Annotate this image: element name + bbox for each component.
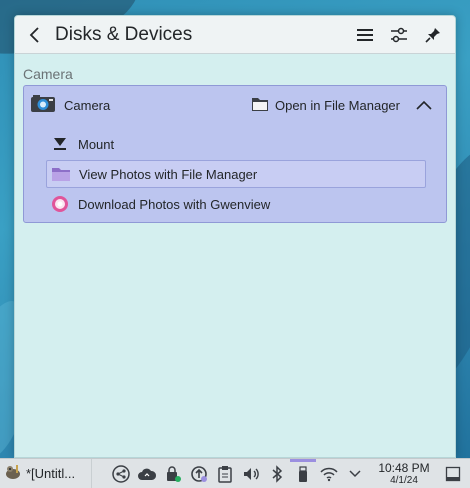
gwenview-icon <box>50 194 70 214</box>
clock-date: 4/1/24 <box>390 474 418 486</box>
open-in-file-manager-label: Open in File Manager <box>274 97 400 113</box>
folder-icon <box>51 164 71 184</box>
taskbar: *[Untitl... 10:48 PM 4/1/24 <box>0 458 470 488</box>
updates-icon[interactable] <box>186 459 212 488</box>
device-card: Camera Open in File Manager Mount View P… <box>23 85 447 223</box>
device-header-row[interactable]: Camera Open in File Manager <box>24 86 446 124</box>
system-tray <box>108 458 368 488</box>
clipboard-icon[interactable] <box>212 459 238 488</box>
cloud-sync-icon[interactable] <box>134 459 160 488</box>
open-in-file-manager-button[interactable]: Open in File Manager <box>251 96 400 115</box>
action-label: Mount <box>78 136 115 152</box>
section-title: Camera <box>23 66 73 82</box>
popup-title: Disks & Devices <box>55 23 193 45</box>
disks-devices-icon[interactable] <box>290 458 316 488</box>
device-name: Camera <box>64 97 111 113</box>
show-desktop-icon[interactable] <box>440 459 466 488</box>
hamburger-menu-icon[interactable] <box>351 21 379 49</box>
gimp-icon <box>4 463 22 484</box>
kde-connect-icon[interactable] <box>108 459 134 488</box>
folder-icon <box>251 96 269 115</box>
taskbar-task-gimp[interactable]: *[Untitl... <box>0 458 92 488</box>
mount-action[interactable]: Mount <box>46 130 426 158</box>
eject-icon <box>50 134 70 154</box>
volume-icon[interactable] <box>238 459 264 488</box>
camera-icon <box>30 93 56 118</box>
wifi-icon[interactable] <box>316 459 342 488</box>
digital-clock[interactable]: 10:48 PM 4/1/24 <box>374 460 434 486</box>
vault-icon[interactable] <box>160 459 186 488</box>
view-photos-action[interactable]: View Photos with File Manager <box>46 160 426 188</box>
download-photos-action[interactable]: Download Photos with Gwenview <box>46 190 426 218</box>
task-label: *[Untitl... <box>26 466 76 481</box>
bluetooth-icon[interactable] <box>264 459 290 488</box>
action-label: View Photos with File Manager <box>79 166 258 182</box>
popup-header: Disks & Devices <box>15 16 455 54</box>
expand-tray-icon[interactable] <box>342 459 368 488</box>
collapse-chevron-icon[interactable] <box>410 91 438 119</box>
clock-time: 10:48 PM <box>378 460 430 475</box>
back-arrow-icon[interactable] <box>21 21 49 49</box>
action-label: Download Photos with Gwenview <box>78 196 271 212</box>
pin-icon[interactable] <box>419 21 447 49</box>
disks-devices-popup: Disks & Devices Camera Camera Open in Fi… <box>14 15 456 458</box>
settings-sliders-icon[interactable] <box>385 21 413 49</box>
